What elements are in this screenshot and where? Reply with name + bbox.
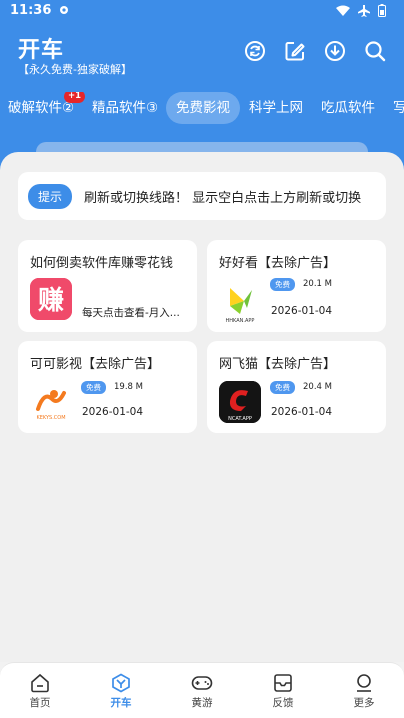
bottom-nav: 首页 开车 黄游 反馈 更多 [0,662,404,718]
search-icon [365,41,386,62]
app-description: 每天点击查看-月入... [82,307,180,319]
nav-games[interactable]: 黄游 [172,673,232,710]
nav-home[interactable]: 首页 [10,673,70,710]
tab-badge: +1 [64,92,86,103]
tab-vpn[interactable]: 科学上网 [239,92,313,124]
free-tag: 免费 [81,381,106,394]
wifi-icon [336,5,350,16]
compass-icon [112,673,130,693]
nav-drive[interactable]: 开车 [91,673,151,710]
tab-label: 吃瓜软件 [321,100,375,116]
app-size: 20.4 M [303,382,332,392]
app-size: 20.1 M [303,279,332,289]
app-name: 网飞猫【去除广告】 [219,357,337,372]
app-logo: 赚 [30,278,72,320]
search-button[interactable] [364,40,386,62]
app-card[interactable]: 如何倒卖软件库赚零花钱 赚 每天点击查看-月入... [18,240,197,332]
refresh-icon [245,41,265,61]
tab-gossip-software[interactable]: 吃瓜软件 [311,92,385,124]
app-name: 好好看【去除广告】 [219,256,337,271]
free-tag: 免费 [270,278,295,291]
app-logo: NCAT.APP [219,381,261,423]
tab-label: 精品软件③ [92,100,159,116]
feedback-icon [274,674,292,692]
ncat-logo-icon: NCAT.APP [219,381,261,423]
notice-text: 刷新或切换线路！ 显示空白点击上方刷新或切换 [84,190,362,206]
settings-icon [60,6,68,14]
tip-label: 提示 [28,183,73,209]
battery-icon [378,4,386,17]
tab-label: 免费影视 [176,100,230,116]
tab-label: 破解软件② [8,100,75,116]
status-bar: 11:36 [0,0,404,24]
category-tabs: 破解软件② +1 精品软件③ 免费影视 科学上网 吃瓜软件 写 [0,92,404,126]
tab-label: 写 [393,100,404,116]
app-card[interactable]: 可可影视【去除广告】 KEKYS.COM 免费 19.8 M 2026-01-0… [18,341,197,433]
app-size: 19.8 M [114,382,143,392]
app-card[interactable]: 好好看【去除广告】 HHKAN.APP 免费 20.1 M 2026-01-04 [207,240,386,332]
tab-free-movies[interactable]: 免费影视 [166,92,240,124]
app-name: 如何倒卖软件库赚零花钱 [30,256,174,271]
notice-bar: 提示 刷新或切换线路！ 显示空白点击上方刷新或切换 [18,172,386,220]
airplane-icon [358,4,370,17]
app-card[interactable]: 网飞猫【去除广告】 NCAT.APP 免费 20.4 M 2026-01-04 [207,341,386,433]
nav-label: 黄游 [191,697,213,709]
app-logo: KEKYS.COM [30,381,72,423]
refresh-button[interactable] [244,40,266,62]
app-date: 2026-01-04 [82,406,144,418]
download-button[interactable] [324,40,346,62]
kekys-logo-icon: KEKYS.COM [30,381,72,423]
app-date: 2026-01-04 [271,305,333,317]
app-date: 2026-01-04 [271,406,333,418]
page-title: 开车 [18,38,65,63]
nav-more[interactable]: 更多 [334,673,394,710]
tab-label: 科学上网 [249,100,303,116]
nav-label: 反馈 [272,697,294,709]
app-logo: HHKAN.APP [219,282,261,324]
hhkan-logo-icon: HHKAN.APP [219,282,261,324]
nav-label: 更多 [353,697,375,709]
tab-more[interactable]: 写 [383,92,404,124]
nav-label: 首页 [29,697,51,709]
free-tag: 免费 [270,381,295,394]
nav-label: 开车 [110,697,132,709]
tab-premium-software[interactable]: 精品软件③ [82,92,168,124]
edit-button[interactable] [284,40,306,62]
app-name: 可可影视【去除广告】 [30,357,161,372]
svg-text:赚: 赚 [38,286,64,316]
svg-text:NCAT.APP: NCAT.APP [228,416,252,422]
svg-text:KEKYS.COM: KEKYS.COM [36,415,65,421]
gamepad-icon [191,676,213,690]
status-time: 11:36 [10,3,52,18]
edit-icon [285,42,305,61]
profile-icon [357,674,371,692]
page-subtitle: 【永久免费-独家破解】 [18,63,132,76]
download-icon [325,41,345,61]
home-icon [31,673,49,693]
nav-feedback[interactable]: 反馈 [253,673,313,710]
svg-text:HHKAN.APP: HHKAN.APP [226,318,255,324]
earn-logo-icon: 赚 [30,278,72,320]
